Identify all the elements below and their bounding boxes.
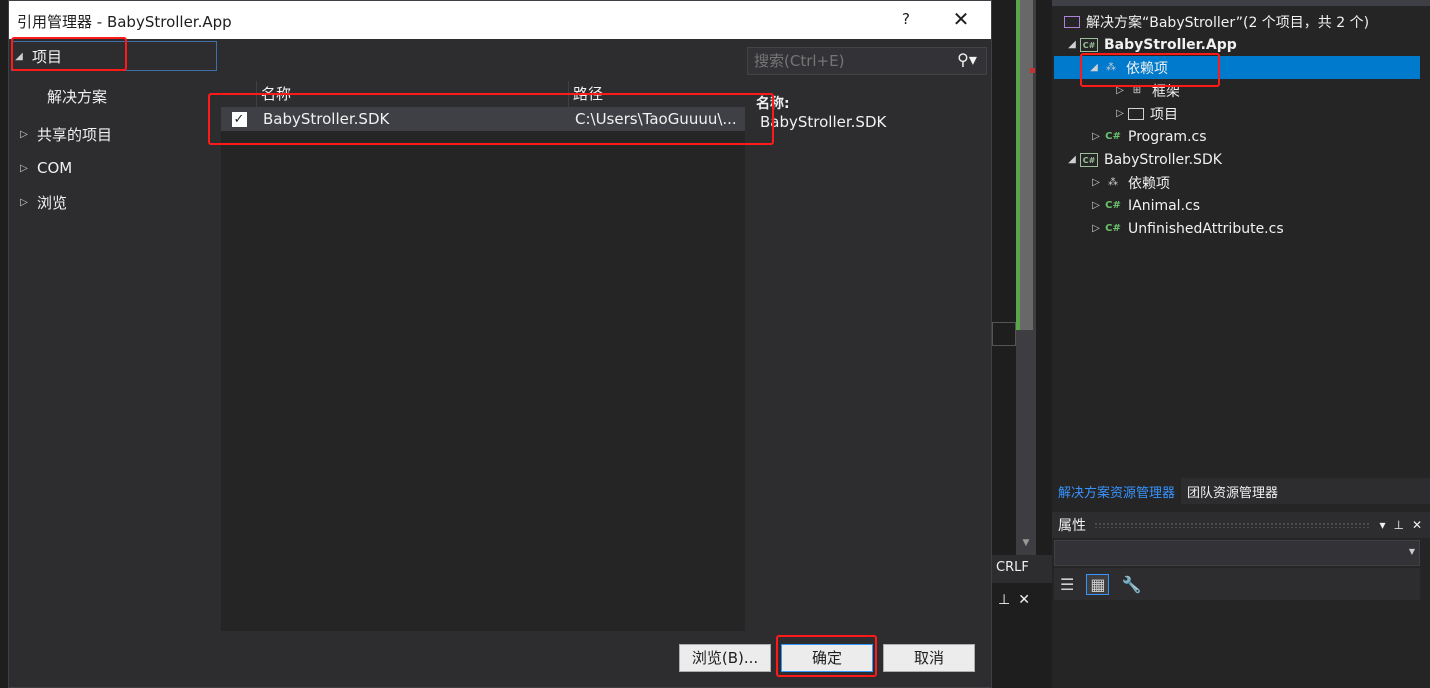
collapsed-caret-icon[interactable]: ▷ (1088, 177, 1104, 188)
search-box: ⚲▾ (747, 47, 987, 75)
category-label: COM (37, 159, 73, 177)
drag-grip[interactable] (1094, 522, 1372, 528)
browse-button[interactable]: 浏览(B)... (679, 644, 771, 672)
search-input[interactable] (748, 48, 944, 74)
collapsed-caret-icon[interactable]: ▷ (17, 129, 31, 140)
scroll-down-icon[interactable]: ▼ (1018, 538, 1034, 552)
dropdown-icon[interactable]: ▾ (1379, 518, 1385, 532)
cancel-button[interactable]: 取消 (883, 644, 975, 672)
csharp-file-icon: C# (1105, 130, 1121, 142)
close-button[interactable]: ✕ (949, 7, 973, 31)
explorer-tabs: 解决方案资源管理器 团队资源管理器 (1052, 478, 1430, 504)
line-ending-indicator[interactable]: CRLF (996, 560, 1029, 575)
tab-team-explorer[interactable]: 团队资源管理器 (1181, 478, 1284, 504)
reference-list: 名称 路径 ✓ BabyStroller.SDK C:\Users\TaoGuu… (221, 81, 745, 631)
tree-item-projects[interactable]: ▷ 项目 (1112, 102, 1178, 125)
tree-item-label: 解决方案“BabyStroller”(2 个项目，共 2 个) (1086, 14, 1370, 31)
properties-object-select[interactable]: ▼ (1054, 540, 1420, 566)
close-icon[interactable]: ✕ (1412, 518, 1422, 532)
annotation-highlight-reference-row (208, 93, 774, 145)
pin-icon[interactable]: ⊥ (1393, 518, 1403, 532)
project-folder-icon (1128, 107, 1144, 120)
property-pages-icon[interactable]: ▦ (1086, 573, 1110, 595)
scroll-marker (1030, 68, 1035, 73)
panel-pin-close-icons[interactable]: ⊥✕ (998, 592, 1038, 608)
csharp-file-icon: C# (1105, 222, 1121, 234)
search-icon[interactable]: ⚲▾ (948, 50, 986, 72)
collapsed-caret-icon[interactable]: ▷ (17, 163, 31, 174)
collapsed-caret-icon[interactable]: ▷ (1112, 108, 1128, 119)
chevron-down-icon: ▼ (1408, 547, 1415, 556)
dependencies-icon: ⁂ (1108, 176, 1118, 188)
category-shared-projects[interactable]: ▷ 共享的项目 (17, 119, 112, 149)
categorized-icon[interactable]: ☰ (1060, 575, 1074, 594)
category-browse[interactable]: ▷ 浏览 (17, 187, 67, 217)
tree-item-label: BabyStroller.SDK (1104, 151, 1222, 168)
change-indicator-bar (1016, 0, 1020, 330)
collapsed-caret-icon[interactable]: ▷ (1088, 200, 1104, 211)
expanded-caret-icon[interactable]: ◢ (1064, 39, 1080, 50)
properties-title: 属性 (1058, 518, 1086, 534)
help-button[interactable]: ? (894, 7, 918, 31)
collapsed-caret-icon[interactable]: ▷ (17, 197, 31, 208)
tree-item-sdk-project[interactable]: ◢ C# BabyStroller.SDK (1064, 148, 1222, 171)
category-com[interactable]: ▷ COM (17, 153, 72, 183)
csharp-file-icon: C# (1105, 199, 1121, 211)
collapsed-caret-icon[interactable]: ▷ (1088, 223, 1104, 234)
tree-item-label: BabyStroller.App (1104, 36, 1237, 53)
properties-toolbar: ☰ ▦ 🔧 (1054, 568, 1420, 600)
solution-icon (1064, 15, 1080, 28)
tree-item-sdk-dependencies[interactable]: ▷ ⁂ 依赖项 (1088, 171, 1170, 194)
annotation-highlight-dependencies (1080, 53, 1220, 87)
tree-item-solution[interactable]: 解决方案“BabyStroller”(2 个项目，共 2 个) (1064, 10, 1369, 33)
annotation-highlight-projects (11, 37, 127, 71)
properties-header: 属性 ▾ ⊥ ✕ (1052, 512, 1430, 538)
properties-grid (1054, 602, 1420, 688)
solution-explorer: 解决方案“BabyStroller”(2 个项目，共 2 个) ◢ C# Bab… (1052, 0, 1430, 688)
tree-item-unfinishedattribute-cs[interactable]: ▷ C# UnfinishedAttribute.cs (1088, 217, 1284, 240)
tree-item-program-cs[interactable]: ▷ C# Program.cs (1088, 125, 1207, 148)
tree-item-label: 项目 (1150, 106, 1178, 123)
expanded-caret-icon[interactable]: ◢ (1064, 154, 1080, 165)
dialog-titlebar: 引用管理器 - BabyStroller.App ? ✕ (9, 1, 991, 39)
detail-name-value: BabyStroller.SDK (760, 113, 887, 131)
editor-scrollbar-thumb[interactable] (1019, 0, 1033, 330)
tree-item-label: 依赖项 (1128, 175, 1170, 192)
category-solution[interactable]: 解决方案 (47, 81, 107, 111)
category-label: 共享的项目 (37, 125, 113, 144)
category-label: 浏览 (37, 193, 68, 212)
csharp-project-icon: C# (1080, 152, 1098, 167)
wrench-icon[interactable]: 🔧 (1121, 575, 1141, 594)
tab-solution-explorer[interactable]: 解决方案资源管理器 (1052, 478, 1182, 504)
dialog-title: 引用管理器 - BabyStroller.App (17, 13, 232, 31)
tree-item-label: Program.cs (1128, 128, 1207, 145)
solution-explorer-toolbar (1052, 0, 1430, 6)
category-label: 解决方案 (47, 87, 108, 106)
tree-item-ianimal-cs[interactable]: ▷ C# IAnimal.cs (1088, 194, 1200, 217)
csharp-project-icon: C# (1080, 37, 1098, 52)
editor-split-handle (992, 322, 1016, 346)
annotation-highlight-ok (776, 635, 877, 677)
tree-item-label: IAnimal.cs (1128, 197, 1201, 214)
category-tree: ◢ 项目 解决方案 ▷ 共享的项目 ▷ COM ▷ 浏览 (9, 39, 221, 631)
tree-item-label: UnfinishedAttribute.cs (1128, 220, 1284, 237)
collapsed-caret-icon[interactable]: ▷ (1088, 131, 1104, 142)
